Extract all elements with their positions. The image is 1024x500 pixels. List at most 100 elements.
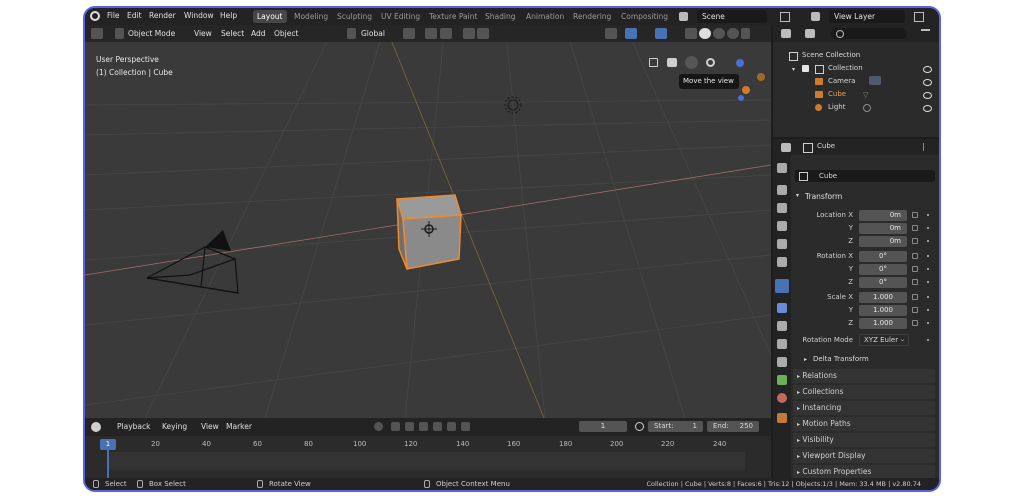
view-layer-icon[interactable] (811, 12, 820, 21)
new-view-layer-icon[interactable] (914, 12, 924, 22)
lock-icon[interactable] (912, 279, 918, 285)
scene-tab-icon[interactable] (777, 239, 787, 249)
gizmo-toggle-icon[interactable] (625, 28, 637, 39)
collapse-arrow-icon[interactable]: ▾ (796, 192, 799, 199)
world-tab-icon[interactable] (777, 257, 787, 267)
current-frame-field[interactable]: 1 (579, 421, 627, 432)
keyframe-dot-icon[interactable] (927, 214, 929, 216)
transform-panel-title[interactable]: Transform (805, 192, 842, 201)
lock-icon[interactable] (912, 238, 918, 244)
tool-tab-icon[interactable] (777, 163, 787, 173)
lock-icon[interactable] (912, 294, 918, 300)
keyframe-dot-icon[interactable] (927, 281, 929, 283)
start-frame-field[interactable]: Start: 1 (648, 421, 703, 432)
timeline-editor-icon[interactable] (91, 422, 101, 432)
snap-target-icon[interactable] (440, 28, 452, 39)
texture-tab-icon[interactable] (777, 413, 787, 423)
proportional-edit-icon[interactable] (463, 28, 475, 39)
menu-add[interactable]: Add (251, 28, 266, 39)
record-button[interactable] (374, 422, 383, 431)
scale-y-field[interactable]: 1.000 (859, 305, 907, 316)
lock-icon[interactable] (912, 320, 918, 326)
zoom-icon[interactable] (706, 58, 715, 67)
rendered-shading-icon[interactable] (727, 28, 739, 39)
render-tab-icon[interactable] (777, 185, 787, 195)
outliner-item-collection[interactable]: Collection (828, 64, 863, 72)
view-layer-tab-icon[interactable] (777, 221, 787, 231)
menu-edit[interactable]: Edit (127, 11, 142, 20)
keyframe-dot-icon[interactable] (927, 268, 929, 270)
rotation-mode-dropdown[interactable]: XYZ Euler ⌄ (859, 334, 909, 346)
menu-help[interactable]: Help (220, 11, 237, 20)
menu-file[interactable]: File (107, 11, 120, 20)
outliner-editor-icon[interactable] (781, 29, 791, 38)
physics-tab-icon[interactable] (777, 339, 787, 349)
solid-shading-icon[interactable] (699, 28, 711, 39)
pin-icon[interactable] (923, 143, 930, 151)
keyframe-dot-icon[interactable] (927, 240, 929, 242)
menu-window[interactable]: Window (184, 11, 214, 20)
outliner-item-cube[interactable]: Cube (828, 90, 846, 98)
data-tab-icon[interactable] (777, 375, 787, 385)
tab-texture-paint[interactable]: Texture Paint (425, 10, 481, 23)
menu-select[interactable]: Select (221, 28, 244, 39)
tab-uv-editing[interactable]: UV Editing (377, 10, 424, 23)
tab-sculpting[interactable]: Sculpting (333, 10, 376, 23)
object-mode-dropdown[interactable]: Object Mode (128, 28, 175, 39)
include-checkbox[interactable] (802, 65, 809, 72)
axis-z-icon[interactable] (736, 59, 744, 67)
prev-keyframe-button[interactable] (405, 422, 414, 431)
new-scene-icon[interactable] (780, 12, 790, 22)
visibility-eye-icon[interactable] (923, 66, 932, 73)
overlay-toggle-icon[interactable] (655, 28, 667, 39)
panel-motion-paths[interactable]: ▸ Motion Paths (793, 417, 935, 431)
modifier-tab-icon[interactable] (777, 303, 787, 313)
constraints-tab-icon[interactable] (777, 357, 787, 367)
location-y-field[interactable]: 0m (859, 223, 907, 234)
rotation-z-field[interactable]: 0° (859, 277, 907, 288)
pivot-icon[interactable] (403, 28, 415, 39)
snap-icon[interactable] (425, 28, 437, 39)
scene-selector-icon[interactable] (679, 12, 688, 21)
panel-collections[interactable]: ▸ Collections (793, 385, 935, 399)
panel-visibility[interactable]: ▸ Visibility (793, 433, 935, 447)
tab-rendering[interactable]: Rendering (569, 10, 615, 23)
scale-x-field[interactable]: 1.000 (859, 292, 907, 303)
toggle-camera-view-icon[interactable] (649, 58, 658, 67)
axis-neg-icon[interactable] (738, 95, 744, 101)
shading-options-icon[interactable] (741, 28, 750, 39)
falloff-icon[interactable] (477, 28, 489, 39)
jump-start-button[interactable] (391, 422, 400, 431)
menu-marker[interactable]: Marker (226, 421, 252, 432)
scene-collection-label[interactable]: Scene Collection (802, 51, 860, 59)
play-button[interactable] (433, 422, 442, 431)
lock-icon[interactable] (912, 212, 918, 218)
camera-view-icon[interactable] (667, 58, 677, 67)
object-tab-icon[interactable] (775, 279, 789, 293)
menu-playback[interactable]: Playback (117, 421, 150, 432)
keyframe-dot-icon[interactable] (927, 309, 929, 311)
keyframe-dot-icon[interactable] (927, 255, 929, 257)
menu-object[interactable]: Object (274, 28, 298, 39)
keyframe-dot-icon[interactable] (927, 296, 929, 298)
keyframe-dot-icon[interactable] (927, 339, 929, 341)
properties-editor-icon[interactable] (781, 143, 791, 152)
visibility-eye-icon[interactable] (923, 92, 932, 99)
keyframe-dot-icon[interactable] (927, 227, 929, 229)
blender-logo-icon[interactable] (90, 11, 100, 21)
lock-icon[interactable] (912, 266, 918, 272)
axis-x-icon[interactable] (742, 86, 750, 94)
menu-render[interactable]: Render (149, 11, 176, 20)
panel-viewport-display[interactable]: ▸ Viewport Display (793, 449, 935, 463)
tab-layout[interactable]: Layout (253, 10, 287, 23)
playhead[interactable]: 1 (100, 439, 116, 450)
lock-icon[interactable] (912, 225, 918, 231)
keyframe-dot-icon[interactable] (927, 322, 929, 324)
tab-modeling[interactable]: Modeling (290, 10, 332, 23)
display-mode-icon[interactable] (805, 29, 815, 38)
outliner-item-light[interactable]: Light (828, 103, 845, 111)
rotation-y-field[interactable]: 0° (859, 264, 907, 275)
filter-icon[interactable] (921, 29, 930, 40)
orientation-dropdown[interactable]: Global (361, 28, 385, 39)
hand-pan-icon[interactable] (685, 56, 698, 69)
